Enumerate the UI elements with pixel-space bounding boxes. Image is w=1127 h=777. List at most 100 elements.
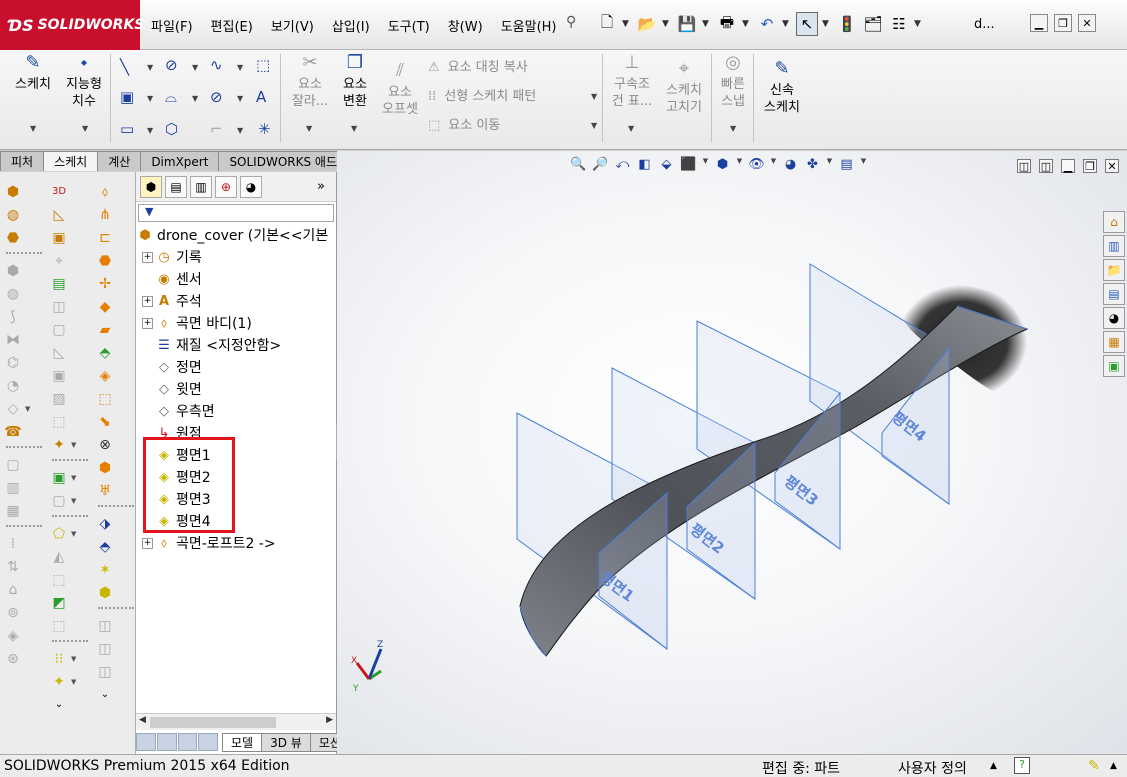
minimize-icon[interactable]: ▁ (1030, 14, 1048, 32)
tree-item-sensors[interactable]: ◉ 센서 (136, 268, 336, 290)
arc-dropdown-icon[interactable]: ▼ (192, 94, 198, 103)
point-grid-icon[interactable]: ⬚ (256, 56, 270, 74)
thicken-icon[interactable]: ▰ (96, 318, 136, 341)
expand-toolbar-icon[interactable]: ⌄ (96, 683, 136, 706)
new-dropdown-icon[interactable]: ▼ (622, 12, 632, 36)
surface-revolve-icon[interactable]: ▢ ▼ (50, 489, 90, 512)
fillet-icon[interactable]: ◔ (4, 374, 44, 397)
linear-sketch-pattern-button[interactable]: ⁞⁞ 선형 스케치 패턴 (428, 85, 536, 104)
tree-root[interactable]: ⬢ drone_cover (기본<<기본 (136, 224, 336, 246)
menu-edit[interactable]: 편집(E) (202, 14, 262, 37)
surface-flatten-icon[interactable]: ♅ (96, 479, 136, 502)
chamfer-dropdown-icon[interactable]: ▼ (237, 126, 243, 135)
configurationmanager-icon[interactable]: ▥ (190, 175, 212, 198)
smart-dimension-button[interactable]: ⬩ 지능형 치수 (60, 54, 108, 110)
3d-sketch-icon[interactable]: 3D (50, 180, 90, 203)
tree-item-right-plane[interactable]: ◇ 우측면 (136, 400, 336, 422)
more-tabs-icon[interactable]: » (310, 176, 332, 198)
close-icon[interactable]: ✕ (1078, 14, 1096, 32)
offset-surface-icon[interactable]: ◩ (50, 591, 90, 614)
save-dropdown-icon[interactable]: ▼ (702, 12, 712, 36)
tree-item-front-plane[interactable]: ◇ 정면 (136, 356, 336, 378)
instant3d-icon[interactable]: ✦ ▼ (50, 670, 90, 693)
save-icon[interactable]: 💾 (676, 12, 698, 36)
replace-face-icon[interactable]: ⊗ (96, 433, 136, 456)
sketch-chamfer-icon[interactable]: ⌐ (210, 120, 223, 138)
display-relations-button[interactable]: ⊥ 구속조 건 표... (608, 54, 656, 110)
mid-surface-icon[interactable]: ⬢ (96, 456, 136, 479)
scale-icon[interactable]: ⊛ (4, 647, 44, 670)
tree-item-plane1[interactable]: ◈ 평면1 (136, 444, 336, 466)
line-dropdown-icon[interactable]: ▼ (147, 63, 153, 72)
convert-entities-button[interactable]: ❐ 요소 변환 (336, 54, 374, 110)
tree-item-origin[interactable]: ↳ 원점 (136, 422, 336, 444)
split-icon[interactable]: ✶ (96, 558, 136, 581)
next-tab-icon[interactable] (177, 733, 198, 751)
arc-icon[interactable]: ⌓ (165, 88, 177, 106)
scroll-right-icon[interactable]: ▶ (326, 715, 333, 725)
rectangle-icon[interactable]: ▣ (120, 88, 134, 106)
restore-icon[interactable]: ❐ (1054, 14, 1072, 32)
wrap-icon[interactable]: ⊚ (4, 601, 44, 624)
split-line-icon[interactable]: ◫ (50, 295, 90, 318)
draft-icon[interactable]: ▥ (4, 476, 44, 499)
sketch-picture-icon[interactable]: ▣ (50, 226, 90, 249)
fillet-dropdown-icon[interactable]: ▼ (237, 94, 243, 103)
menu-help[interactable]: 도움말(H) (492, 14, 566, 37)
sketch-dropdown-icon[interactable]: ▼ (30, 124, 36, 133)
expand-toolbar-icon[interactable]: ⌄ (50, 693, 90, 716)
last-tab-icon[interactable] (198, 733, 218, 751)
trim-surface-icon[interactable]: ◈ (96, 364, 136, 387)
tree-item-history[interactable]: + ◷ 기록 (136, 246, 336, 268)
tag-icon[interactable]: ✎ (1088, 758, 1100, 774)
repair-sketch-button[interactable]: ⌖ 스케치 고치기 (660, 60, 708, 116)
hole-wizard-icon[interactable]: ☎ (4, 420, 44, 443)
reference-plane-icon[interactable]: ✦ ▼ (50, 433, 90, 456)
mirror-feature-icon[interactable]: ⇅ (4, 555, 44, 578)
ruled-surface-icon[interactable]: ⬚ (50, 614, 90, 637)
expand-icon[interactable]: + (142, 317, 153, 329)
dimension-sketch-icon[interactable]: ◺ (50, 203, 90, 226)
revolve-cut-icon[interactable]: ◍ (4, 282, 44, 305)
surface-move-icon[interactable]: ⬘ (96, 535, 136, 558)
mold-core-icon[interactable]: ◫ (96, 614, 136, 637)
tree-item-annotations[interactable]: + A 주석 (136, 290, 336, 312)
tab-dimxpert[interactable]: DimXpert (140, 151, 220, 171)
convert-dropdown-icon[interactable]: ▼ (351, 124, 357, 133)
planar-surface-icon[interactable]: ⬚ (50, 568, 90, 591)
loft-cut-icon[interactable]: ⧓ (4, 328, 44, 351)
first-tab-icon[interactable] (136, 733, 156, 751)
tree-horizontal-scrollbar[interactable]: ◀ ▶ (136, 713, 336, 730)
move-entities-button[interactable]: ⬚ 요소 이동 (428, 114, 500, 133)
open-dropdown-icon[interactable]: ▼ (662, 12, 672, 36)
tab-model[interactable]: 모델 (222, 732, 263, 752)
tree-item-plane2[interactable]: ◈ 평면2 (136, 466, 336, 488)
tag-dropdown-icon[interactable]: ▲ (1110, 761, 1117, 771)
linear-pattern-feature-icon[interactable]: ⁞ (4, 532, 44, 555)
undo-dropdown-icon[interactable]: ▼ (782, 12, 792, 36)
extrude-boss-icon[interactable]: ⬢ (4, 180, 44, 203)
combine-icon[interactable]: ⬢ (96, 581, 136, 604)
projected-curve-icon[interactable]: ▢ (50, 318, 90, 341)
menu-insert[interactable]: 삽입(I) (323, 14, 379, 37)
extend-surface-icon[interactable]: ⬚ (96, 387, 136, 410)
reference-point-icon[interactable]: ▣ (50, 364, 90, 387)
open-folder-icon[interactable]: 📂 (636, 12, 658, 36)
tree-item-plane4[interactable]: ◈ 평면4 (136, 510, 336, 532)
offset-entities-button[interactable]: ⫽ 요소 오프셋 (378, 62, 422, 118)
mirror-entities-button[interactable]: ⚠ 요소 대칭 복사 (428, 56, 528, 75)
rib-icon[interactable]: ▦ (4, 499, 44, 522)
cut-with-surface-icon[interactable]: ⬘ (96, 341, 136, 364)
propertymanager-icon[interactable]: ▤ (165, 175, 187, 198)
tree-item-plane3[interactable]: ◈ 평면3 (136, 488, 336, 510)
rebuild-traffic-light-icon[interactable]: 🚦 (836, 12, 858, 36)
sweep-cut-icon[interactable]: ⟆ (4, 305, 44, 328)
surface-offset-orange-icon[interactable]: ⬣ (96, 249, 136, 272)
solidworks-logo[interactable]: ƊS SOLIDWORKS (0, 0, 144, 50)
curve-through-points-icon[interactable]: ⌖ (50, 249, 90, 272)
surface-sweep-icon[interactable]: ⋔ (96, 203, 136, 226)
expand-icon[interactable]: + (142, 295, 153, 307)
options-dropdown-icon[interactable]: ▼ (914, 12, 924, 36)
move-face-icon[interactable]: ⬗ (96, 512, 136, 535)
mold-split-icon[interactable]: ◫ (96, 660, 136, 683)
